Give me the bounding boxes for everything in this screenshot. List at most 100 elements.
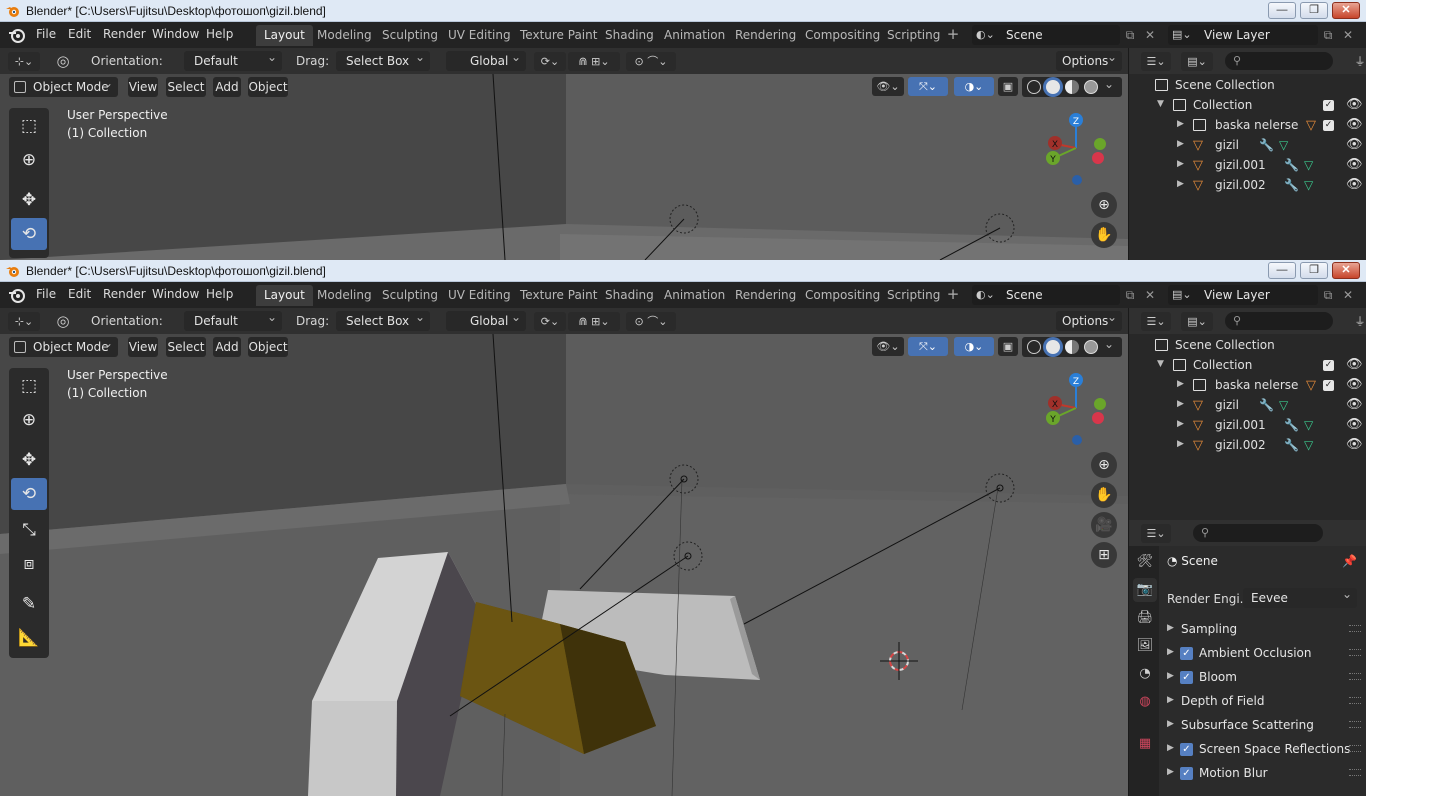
tab-layout[interactable]: Layout [256,25,313,46]
viewport-menu-select[interactable]: Select [166,337,206,357]
material-shading-icon[interactable] [1065,80,1079,94]
panel-depth-of-field[interactable]: ▶ Depth of Field [1159,690,1366,714]
menu-window[interactable]: Window [152,27,199,41]
filter-icon[interactable]: ⏚ [1353,52,1366,71]
menu-render[interactable]: Render [103,287,146,301]
outliner-editor-icon[interactable]: ☰⌄ [1141,312,1171,331]
drag-grip-icon[interactable] [1349,721,1361,728]
tab-compositing[interactable]: Compositing [797,25,888,46]
measure-tool-icon[interactable]: 📐 [11,622,47,654]
drag-grip-icon[interactable] [1349,625,1361,632]
display-mode-icon[interactable]: ▤⌄ [1181,52,1213,71]
camera-view-icon[interactable]: 🎥 [1091,512,1117,538]
viewport-menu-object[interactable]: Object [248,337,288,357]
wireframe-shading-icon[interactable] [1027,80,1041,94]
panel-subsurface-scattering[interactable]: ▶ Subsurface Scattering [1159,714,1366,738]
rendered-shading-icon[interactable] [1084,340,1098,354]
properties-editor-icon[interactable]: ☰⌄ [1141,524,1171,543]
outliner-search-input[interactable]: ⚲ [1225,312,1333,330]
pan-hand-icon[interactable]: ✋ [1091,222,1117,248]
collection-checkbox[interactable]: ✓ [1323,360,1334,371]
remove-scene-icon[interactable]: ✕ [1140,25,1160,45]
eye-icon[interactable]: 👁 [1346,437,1363,452]
tab-layout[interactable]: Layout [256,285,313,306]
outliner-item[interactable]: ▶ ▽ gizil 🔧 ▽ 👁 [1129,136,1366,156]
panel-motion-blur[interactable]: ▶ ✓ Motion Blur [1159,762,1366,786]
display-mode-icon[interactable]: ▤⌄ [1181,312,1213,331]
outliner-item[interactable]: ▶ baska nelerse ▽ ✓ 👁 [1129,116,1366,136]
wireframe-shading-icon[interactable] [1027,340,1041,354]
object-mode-dropdown[interactable]: Object Mode [9,73,118,97]
eye-icon[interactable]: 👁 [1346,357,1363,372]
remove-layer-icon[interactable]: ✕ [1338,285,1358,305]
expand-right-icon[interactable]: ▶ [1177,419,1184,429]
render-tab-icon[interactable]: 📷 [1133,578,1157,602]
view-layer-selector[interactable]: ▤⌄ View Layer [1168,25,1318,45]
menu-file[interactable]: File [36,27,56,41]
navigation-gizmo[interactable]: Z X Y [1040,370,1110,450]
eye-icon[interactable]: 👁 [1346,377,1363,392]
eye-icon[interactable]: 👁 [1346,417,1363,432]
cursor-tool-icon[interactable]: ⊕ [11,404,47,436]
expand-right-icon[interactable]: ▶ [1177,379,1184,389]
viewport-menu-add[interactable]: Add [213,77,241,97]
properties-search-input[interactable]: ⚲ [1193,524,1323,542]
scale-tool-icon[interactable]: ⤡ [11,514,47,546]
tab-uv-editing[interactable]: UV Editing [440,25,519,46]
object-mode-dropdown[interactable]: Object Mode [9,333,118,357]
outliner-item[interactable]: ▶ ▽ gizil.001 🔧 ▽ 👁 [1129,416,1366,436]
tab-rendering[interactable]: Rendering [727,285,804,306]
xray-icon[interactable]: ▣ [998,77,1018,96]
menu-edit[interactable]: Edit [68,287,91,301]
collection-checkbox[interactable]: ✓ [1323,380,1334,391]
options-dropdown[interactable]: Options [1056,307,1122,331]
world-tab-icon[interactable]: ◍ [1133,690,1157,714]
transform-tool-icon[interactable]: ⧈ [11,548,47,580]
menu-help[interactable]: Help [206,27,233,41]
eye-icon[interactable]: 👁 [1346,117,1363,132]
outliner-scene-collection[interactable]: Scene Collection [1129,336,1366,356]
tab-uv-editing[interactable]: UV Editing [440,285,519,306]
expand-right-icon[interactable]: ▶ [1177,179,1184,189]
outliner-item[interactable]: ▶ ▽ gizil.002 🔧 ▽ 👁 [1129,176,1366,196]
expand-right-icon[interactable]: ▶ [1177,399,1184,409]
tab-sculpting[interactable]: Sculpting [374,25,446,46]
active-tool-icon[interactable]: ◎ [50,312,76,331]
pan-hand-icon[interactable]: ✋ [1091,482,1117,508]
drag-grip-icon[interactable] [1349,745,1361,752]
tab-modeling[interactable]: Modeling [309,25,380,46]
drag-dropdown[interactable]: Select Box [336,307,430,331]
output-tab-icon[interactable]: 🖨 [1133,606,1157,630]
gizmo-toggle-icon[interactable]: ⤧⌄ [908,337,948,356]
duplicate-layer-icon[interactable]: ⧉ [1318,285,1338,305]
viewport-menu-object[interactable]: Object [248,77,288,97]
expand-right-icon[interactable]: ▶ [1177,119,1184,129]
perspective-grid-icon[interactable]: ⊞ [1091,542,1117,568]
viewport-menu-view[interactable]: View [128,337,158,357]
visibility-icon[interactable]: 👁⌄ [872,337,904,356]
tab-animation[interactable]: Animation [656,25,733,46]
checkbox-checked[interactable]: ✓ [1180,743,1193,756]
menu-window[interactable]: Window [152,287,199,301]
overlay-toggle-icon[interactable]: ◑⌄ [954,77,994,96]
outliner-item[interactable]: ▶ ▽ gizil 🔧 ▽ 👁 [1129,396,1366,416]
navigation-gizmo[interactable]: Z X Y [1040,110,1110,190]
blender-logo-icon[interactable] [8,286,26,304]
move-tool-icon[interactable]: ✥ [11,444,47,476]
view-layer-selector[interactable]: ▤⌄ View Layer [1168,285,1318,305]
editor-type-icon[interactable]: ⊹⌄ [8,312,40,331]
eye-icon[interactable]: 👁 [1346,397,1363,412]
tab-sculpting[interactable]: Sculpting [374,285,446,306]
solid-shading-icon[interactable] [1046,340,1060,354]
pin-icon[interactable]: 📌 [1342,554,1357,568]
editor-type-icon[interactable]: ⊹⌄ [8,52,40,71]
menu-file[interactable]: File [36,287,56,301]
close-button[interactable]: ✕ [1332,2,1360,19]
outliner-search-input[interactable]: ⚲ [1225,52,1333,70]
add-workspace-icon[interactable]: + [944,286,962,304]
outliner-collection[interactable]: ▼ Collection ✓ 👁 [1129,96,1366,116]
texture-tab-icon[interactable]: ▦ [1133,732,1157,756]
select-box-tool-icon[interactable]: ⬚ [11,110,47,142]
panel-bloom[interactable]: ▶ ✓ Bloom [1159,666,1366,690]
outliner-item[interactable]: ▶ ▽ gizil.001 🔧 ▽ 👁 [1129,156,1366,176]
